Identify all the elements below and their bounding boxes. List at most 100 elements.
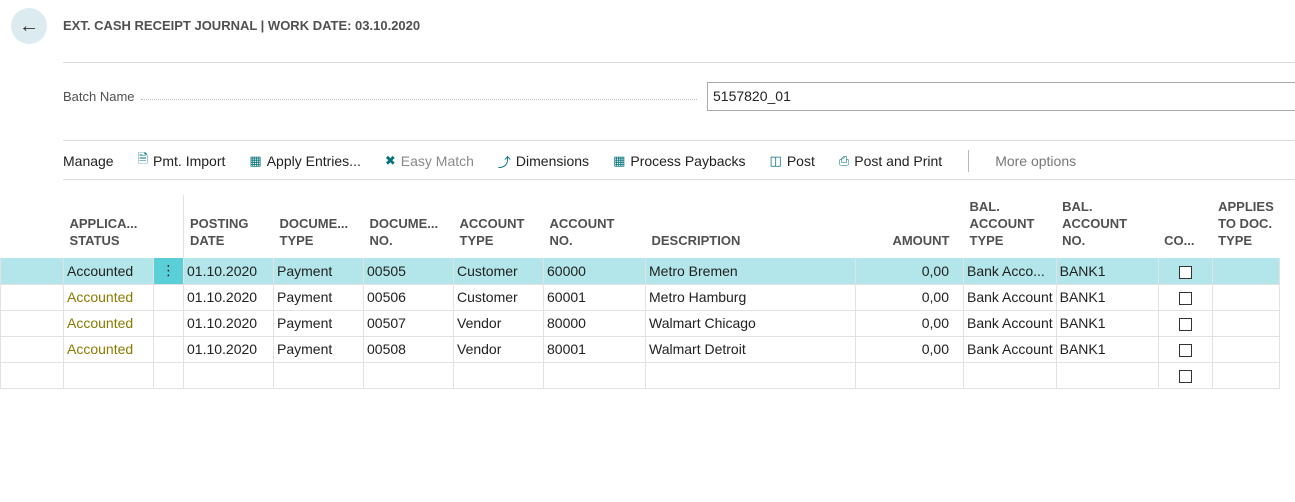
table-row[interactable]: Accounted 01.10.2020 Payment 00506 Customer 6… bbox=[0, 284, 1281, 311]
more-vertical-icon: ⋮ bbox=[161, 262, 176, 279]
table-row[interactable]: Accounted 01.10.2020 Payment 00508 Vendor 800… bbox=[0, 336, 1281, 363]
col-doc-no[interactable]: DOCUME... NO. bbox=[364, 195, 454, 258]
cell-doc-no[interactable]: 00508 bbox=[363, 336, 454, 363]
pmt-import-button[interactable]: 🗎 Pmt. Import bbox=[138, 150, 226, 172]
cell-posting-date[interactable]: 01.10.2020 bbox=[183, 284, 274, 311]
dimensions-button[interactable]: ⤴ Dimensions bbox=[498, 152, 589, 171]
col-account-no[interactable]: ACCOUNT NO. bbox=[544, 195, 646, 258]
table-row[interactable]: Accounted ⋮ 01.10.2020 Payment 00505 Customer… bbox=[0, 258, 1281, 285]
cell-acct-type[interactable]: Customer bbox=[453, 284, 544, 311]
cell-bal-no[interactable]: BANK1 bbox=[1055, 284, 1159, 311]
cell-acct-type[interactable] bbox=[453, 362, 544, 389]
cell-amount[interactable]: 0,00 bbox=[855, 336, 964, 363]
cell-description[interactable] bbox=[645, 362, 856, 389]
row-menu-button[interactable] bbox=[153, 310, 184, 337]
cell-doc-no[interactable]: 00505 bbox=[363, 258, 454, 285]
cell-description[interactable]: Walmart Detroit bbox=[645, 336, 856, 363]
cell-acct-type[interactable]: Customer bbox=[453, 258, 544, 285]
cell-co[interactable] bbox=[1157, 362, 1213, 389]
cell-bal-no[interactable]: BANK1 bbox=[1055, 310, 1159, 337]
col-bal-account-no[interactable]: BAL. ACCOUNT NO. bbox=[1056, 195, 1158, 258]
col-description[interactable]: DESCRIPTION bbox=[646, 195, 856, 258]
cell-posting-date[interactable]: 01.10.2020 bbox=[183, 310, 274, 337]
col-status[interactable]: APPLICA... STATUS bbox=[64, 195, 154, 258]
row-gutter bbox=[0, 310, 64, 337]
col-doc-type[interactable]: DOCUME... TYPE bbox=[274, 195, 364, 258]
table-row[interactable] bbox=[0, 362, 1281, 389]
cell-applies[interactable] bbox=[1211, 336, 1281, 363]
cell-doc-type[interactable]: Payment bbox=[273, 336, 364, 363]
cell-co[interactable] bbox=[1157, 284, 1213, 311]
cell-co[interactable] bbox=[1157, 310, 1213, 337]
checkbox[interactable] bbox=[1178, 291, 1192, 305]
cell-acct-no[interactable]: 80001 bbox=[543, 336, 646, 363]
row-menu-button[interactable] bbox=[153, 284, 184, 311]
cell-bal-type[interactable]: Bank Acco... bbox=[963, 258, 1057, 285]
cell-bal-no[interactable]: BANK1 bbox=[1055, 258, 1159, 285]
manage-menu[interactable]: Manage bbox=[63, 153, 114, 169]
cell-acct-no[interactable]: 60000 bbox=[543, 258, 646, 285]
cell-acct-no[interactable]: 80000 bbox=[543, 310, 646, 337]
cell-applies[interactable] bbox=[1211, 284, 1281, 311]
cell-bal-type[interactable]: Bank Account bbox=[963, 310, 1057, 337]
cell-doc-no[interactable]: 00506 bbox=[363, 284, 454, 311]
checkbox[interactable] bbox=[1178, 343, 1192, 357]
cell-bal-type[interactable]: Bank Account bbox=[963, 284, 1057, 311]
easy-match-button[interactable]: ✖ Easy Match bbox=[385, 153, 474, 169]
cell-co[interactable] bbox=[1157, 258, 1213, 285]
col-co[interactable]: CO... bbox=[1158, 195, 1212, 258]
cell-posting-date[interactable]: 01.10.2020 bbox=[183, 258, 274, 285]
back-button[interactable]: ← bbox=[11, 8, 47, 44]
cell-posting-date[interactable]: 01.10.2020 bbox=[183, 336, 274, 363]
checkbox[interactable] bbox=[1178, 317, 1192, 331]
row-menu-button[interactable]: ⋮ bbox=[153, 258, 184, 285]
cell-amount[interactable]: 0,00 bbox=[855, 284, 964, 311]
cell-bal-no[interactable]: BANK1 bbox=[1055, 336, 1159, 363]
table-row[interactable]: Accounted 01.10.2020 Payment 00507 Vendor 800… bbox=[0, 310, 1281, 337]
cell-applies[interactable] bbox=[1211, 310, 1281, 337]
post-button[interactable]: ◫ Post bbox=[770, 153, 815, 169]
checkbox[interactable] bbox=[1178, 369, 1192, 383]
cell-status[interactable]: Accounted bbox=[63, 310, 154, 337]
cell-acct-type[interactable]: Vendor bbox=[453, 310, 544, 337]
cell-doc-type[interactable]: Payment bbox=[273, 310, 364, 337]
cell-bal-no[interactable] bbox=[1055, 362, 1159, 389]
cell-acct-type[interactable]: Vendor bbox=[453, 336, 544, 363]
cell-status[interactable]: Accounted bbox=[63, 336, 154, 363]
cell-doc-type[interactable] bbox=[273, 362, 364, 389]
cell-status[interactable]: Accounted bbox=[63, 284, 154, 311]
cell-applies[interactable] bbox=[1211, 258, 1281, 285]
cell-status[interactable]: Accounted bbox=[63, 258, 154, 285]
process-paybacks-button[interactable]: ▦ Process Paybacks bbox=[613, 153, 745, 169]
col-amount[interactable]: AMOUNT bbox=[856, 195, 964, 258]
col-bal-account-type[interactable]: BAL. ACCOUNT TYPE bbox=[964, 195, 1057, 258]
cell-co[interactable] bbox=[1157, 336, 1213, 363]
cell-posting-date[interactable] bbox=[183, 362, 274, 389]
cell-doc-no[interactable] bbox=[363, 362, 454, 389]
checkbox[interactable] bbox=[1178, 265, 1192, 279]
cell-acct-no[interactable] bbox=[543, 362, 646, 389]
col-account-type[interactable]: ACCOUNT TYPE bbox=[454, 195, 544, 258]
cell-status[interactable] bbox=[63, 362, 154, 389]
cell-description[interactable]: Metro Hamburg bbox=[645, 284, 856, 311]
row-menu-button[interactable] bbox=[153, 362, 184, 389]
cell-bal-type[interactable] bbox=[963, 362, 1057, 389]
cell-description[interactable]: Walmart Chicago bbox=[645, 310, 856, 337]
row-menu-button[interactable] bbox=[153, 336, 184, 363]
cell-amount[interactable]: 0,00 bbox=[855, 310, 964, 337]
cell-bal-type[interactable]: Bank Account bbox=[963, 336, 1057, 363]
apply-entries-button[interactable]: ▦ Apply Entries... bbox=[249, 153, 360, 169]
cell-doc-no[interactable]: 00507 bbox=[363, 310, 454, 337]
post-and-print-button[interactable]: ⎙ Post and Print bbox=[839, 153, 942, 169]
batch-name-input[interactable]: 5157820_01 bbox=[707, 82, 1295, 111]
cell-acct-no[interactable]: 60001 bbox=[543, 284, 646, 311]
cell-amount[interactable]: 0,00 bbox=[855, 258, 964, 285]
cell-doc-type[interactable]: Payment bbox=[273, 284, 364, 311]
cell-amount[interactable] bbox=[855, 362, 964, 389]
more-options-button[interactable]: More options bbox=[995, 153, 1076, 169]
cell-applies[interactable] bbox=[1211, 362, 1281, 389]
col-applies-to-doc-type[interactable]: APPLIES TO DOC. TYPE bbox=[1212, 195, 1280, 258]
col-posting-date[interactable]: POSTING DATE bbox=[183, 195, 274, 258]
cell-description[interactable]: Metro Bremen bbox=[645, 258, 856, 285]
cell-doc-type[interactable]: Payment bbox=[273, 258, 364, 285]
